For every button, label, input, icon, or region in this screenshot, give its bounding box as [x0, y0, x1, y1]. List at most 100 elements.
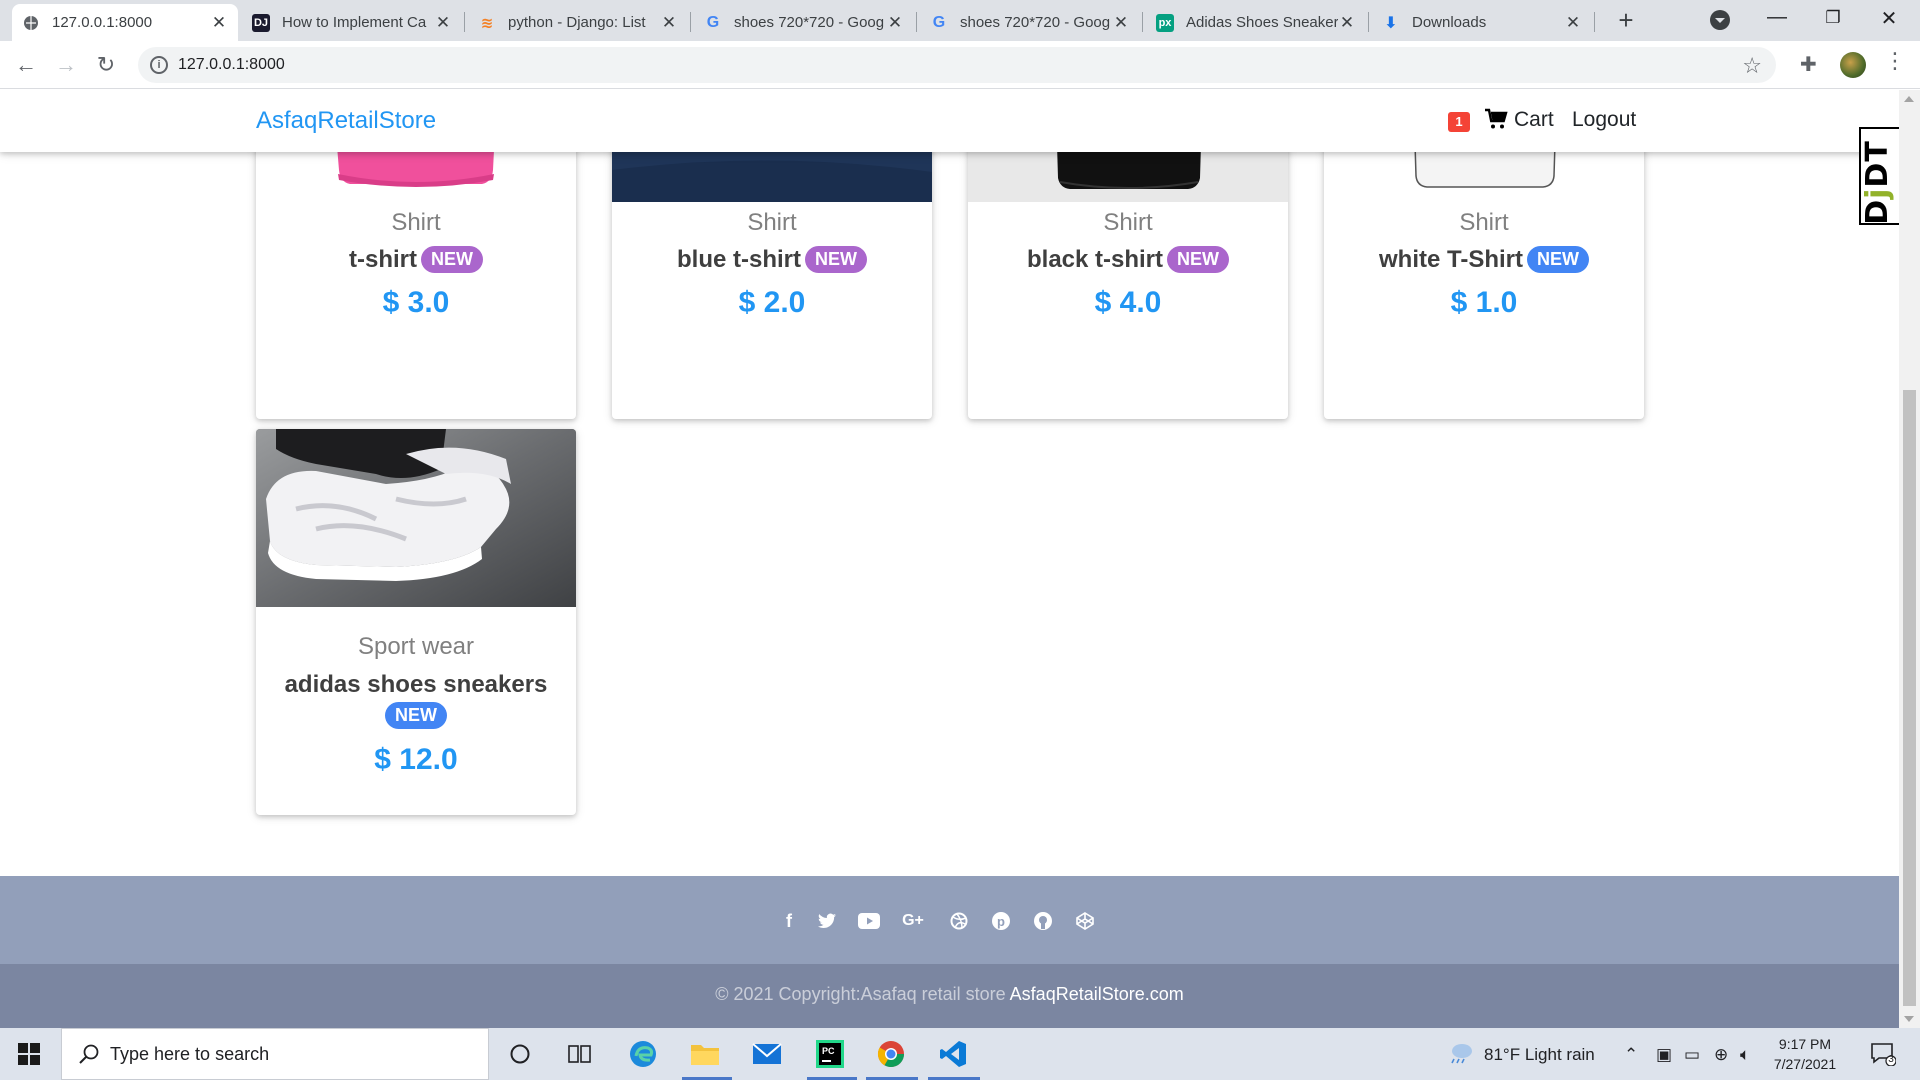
profile-avatar[interactable]: [1840, 52, 1866, 78]
browser-toolbar: ← → ↻ i 127.0.0.1:8000 ☆: [0, 41, 1920, 89]
browser-tab-strip: 127.0.0.1:8000 ✕ DJ How to Implement Ca …: [0, 0, 1920, 41]
dribbble-icon[interactable]: [946, 908, 972, 934]
close-icon[interactable]: ✕: [1338, 13, 1356, 33]
product-name[interactable]: white T-Shirt NEW: [1324, 246, 1644, 274]
pycharm-icon[interactable]: PC: [813, 1037, 847, 1071]
address-bar[interactable]: i 127.0.0.1:8000 ☆: [138, 47, 1776, 83]
github-icon[interactable]: [1030, 908, 1056, 934]
close-icon[interactable]: ✕: [210, 13, 228, 33]
product-price: $ 1.0: [1450, 286, 1518, 319]
tab-google-shoes-1[interactable]: G shoes 720*720 - Goog ✕: [694, 4, 914, 41]
product-name[interactable]: blue t-shirt NEW: [612, 246, 932, 274]
weather-text[interactable]: 81°F Light rain: [1484, 1045, 1595, 1065]
close-icon[interactable]: ✕: [660, 13, 678, 33]
product-price: $ 4.0: [1094, 286, 1162, 319]
mail-icon[interactable]: [750, 1037, 784, 1071]
product-category: Shirt: [1103, 209, 1153, 236]
extensions-icon[interactable]: ✚: [1800, 52, 1817, 77]
download-icon: ⬇: [1384, 14, 1398, 32]
tab-how-to-implement[interactable]: DJ How to Implement Ca ✕: [242, 4, 462, 41]
cortana-icon[interactable]: [503, 1037, 537, 1071]
close-icon[interactable]: ✕: [1112, 13, 1130, 33]
product-card[interactable]: Shirt white T-Shirt NEW $ 1.0: [1324, 110, 1644, 419]
svg-text:p: p: [997, 914, 1005, 929]
volume-icon[interactable]: 🔈︎: [1740, 1045, 1750, 1065]
close-icon[interactable]: ✕: [434, 13, 452, 33]
product-card[interactable]: Sport wear adidas shoes sneakers NEW $ 1…: [256, 429, 576, 815]
product-name[interactable]: black t-shirt NEW: [968, 246, 1288, 274]
product-image[interactable]: [256, 429, 576, 607]
weather-icon[interactable]: [1448, 1041, 1474, 1070]
tab-google-shoes-2[interactable]: G shoes 720*720 - Goog ✕: [920, 4, 1140, 41]
reload-icon[interactable]: ↻: [92, 51, 120, 79]
brand-link[interactable]: AsfaqRetailStore: [256, 107, 436, 135]
svg-text:PC: PC: [822, 1046, 835, 1056]
google-icon: G: [932, 13, 946, 31]
menu-kebab-icon[interactable]: ⋮: [1884, 50, 1906, 72]
chevron-up-icon[interactable]: ⌃: [1624, 1045, 1638, 1065]
bookmark-star-icon[interactable]: ☆: [1742, 53, 1762, 79]
google-plus-icon[interactable]: G+: [900, 908, 926, 934]
info-icon[interactable]: i: [150, 56, 168, 74]
twitter-icon[interactable]: [814, 908, 840, 934]
footer-copyright-bar: © 2021 Copyright:Asafaq retail store Asf…: [0, 964, 1899, 1028]
file-explorer-icon[interactable]: [688, 1037, 722, 1071]
scrollbar-thumb[interactable]: [1903, 390, 1916, 1006]
restore-icon[interactable]: ❐: [1818, 8, 1848, 28]
close-icon[interactable]: ✕: [1564, 13, 1582, 33]
tab-title: How to Implement Ca: [282, 14, 427, 31]
new-tab-button[interactable]: +: [1612, 7, 1640, 35]
taskbar-search-box[interactable]: Type here to search: [61, 1028, 489, 1080]
tab-title: python - Django: List: [508, 14, 646, 31]
page-scrollbar[interactable]: [1899, 90, 1920, 1028]
new-badge: NEW: [805, 246, 867, 273]
stackoverflow-icon: ≋: [480, 14, 494, 32]
window-close-icon[interactable]: ✕: [1874, 6, 1904, 31]
product-name[interactable]: adidas shoes sneakers: [256, 671, 576, 699]
copyright-text: © 2021 Copyright:Asafaq retail store Asf…: [715, 984, 1184, 1004]
youtube-icon[interactable]: [856, 908, 882, 934]
windows-start-icon[interactable]: [18, 1043, 40, 1065]
tab-search-icon[interactable]: [1710, 10, 1730, 30]
google-icon: G: [706, 13, 720, 31]
product-category: Shirt: [391, 209, 441, 236]
footer-site-link[interactable]: AsfaqRetailStore.com: [1010, 984, 1184, 1004]
tab-adidas-shoes[interactable]: px Adidas Shoes Sneaker ✕: [1146, 4, 1366, 41]
meet-now-icon[interactable]: ▣: [1656, 1045, 1672, 1065]
product-name[interactable]: t-shirt NEW: [256, 246, 576, 274]
facebook-icon[interactable]: f: [776, 908, 802, 934]
task-view-icon[interactable]: [563, 1037, 597, 1071]
logout-link[interactable]: Logout: [1572, 108, 1636, 132]
cart-link[interactable]: Cart: [1514, 108, 1554, 132]
notification-center-icon[interactable]: 3: [1870, 1042, 1897, 1067]
cart-icon[interactable]: [1484, 107, 1508, 131]
scroll-up-arrow-icon[interactable]: [1904, 96, 1914, 102]
product-price: $ 3.0: [382, 286, 450, 319]
product-category: Shirt: [747, 209, 797, 236]
product-category: Shirt: [1459, 209, 1509, 236]
product-card[interactable]: Shirt t-shirt NEW $ 3.0: [256, 110, 576, 419]
minimize-icon[interactable]: —: [1762, 6, 1792, 29]
scroll-down-arrow-icon[interactable]: [1904, 1016, 1914, 1022]
back-icon[interactable]: ←: [12, 51, 40, 79]
edge-icon[interactable]: [626, 1037, 660, 1071]
battery-icon[interactable]: ▭: [1684, 1045, 1700, 1065]
product-card[interactable]: Shirt blue t-shirt NEW $ 2.0: [612, 110, 932, 419]
network-icon[interactable]: ⊕: [1714, 1045, 1728, 1065]
taskbar-clock[interactable]: 9:17 PM 7/27/2021: [1760, 1034, 1850, 1074]
product-card[interactable]: Shirt black t-shirt NEW $ 4.0: [968, 110, 1288, 419]
tab-downloads[interactable]: ⬇ Downloads ✕: [1372, 4, 1592, 41]
pinterest-icon[interactable]: p: [988, 908, 1014, 934]
new-badge: NEW: [385, 702, 447, 729]
clock-time: 9:17 PM: [1778, 1036, 1832, 1052]
chrome-icon[interactable]: [874, 1037, 908, 1071]
tab-stackoverflow[interactable]: ≋ python - Django: List ✕: [468, 4, 688, 41]
tab-title: Adidas Shoes Sneaker: [1186, 14, 1338, 31]
close-icon[interactable]: ✕: [886, 13, 904, 33]
django-debug-toolbar-handle[interactable]: DjDT: [1859, 127, 1899, 225]
djdt-label: DjDT: [1859, 140, 1895, 225]
vscode-icon[interactable]: [936, 1037, 970, 1071]
forward-icon[interactable]: →: [52, 51, 80, 79]
codepen-icon[interactable]: [1072, 908, 1098, 934]
tab-127-0-0-1[interactable]: 127.0.0.1:8000 ✕: [12, 4, 238, 41]
